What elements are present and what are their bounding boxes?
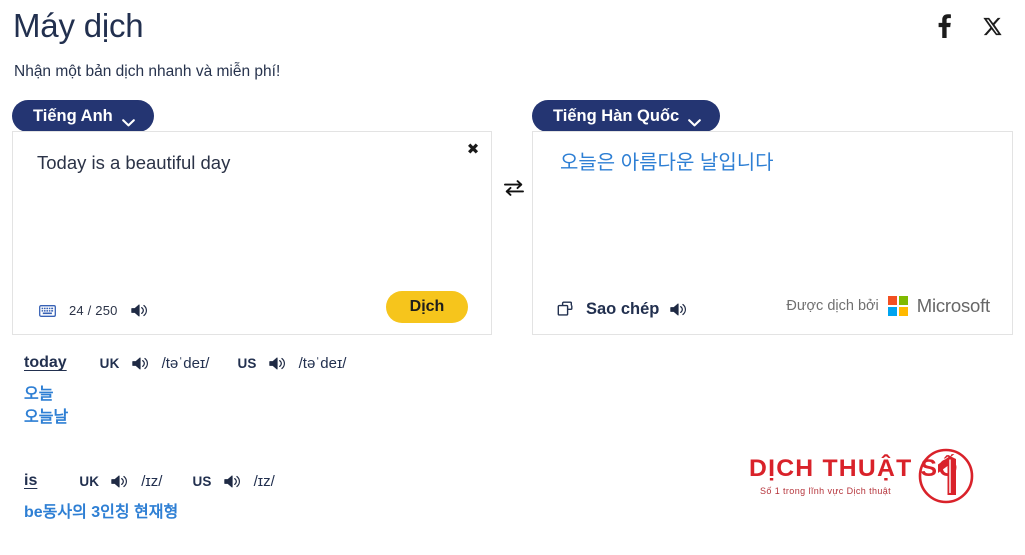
dictionary-entry: today UK /təˈdeɪ/ US /təˈdeɪ/ 오늘 오늘날 bbox=[0, 352, 1025, 429]
brand-tagline: Số 1 trong lĩnh vực Dịch thuật bbox=[760, 486, 892, 496]
uk-label: UK bbox=[99, 355, 120, 371]
speaker-icon[interactable] bbox=[130, 303, 148, 318]
translate-button[interactable]: Dịch bbox=[386, 291, 468, 323]
clear-text-button[interactable]: ✖ bbox=[464, 140, 482, 158]
translated-text: 오늘은 아름다운 날입니다 bbox=[560, 152, 774, 174]
uk-label: UK bbox=[79, 473, 100, 489]
copy-icon bbox=[557, 301, 575, 319]
us-phonetic: /təˈdeɪ/ bbox=[298, 354, 347, 372]
dictionary-meaning[interactable]: 오늘날 bbox=[24, 406, 1025, 429]
character-counter: 24 / 250 bbox=[69, 303, 118, 318]
microsoft-wordmark: Microsoft bbox=[916, 295, 990, 316]
dictionary-entry-header: today UK /təˈdeɪ/ US /təˈdeɪ/ bbox=[0, 352, 1025, 374]
source-tools: 24 / 250 bbox=[39, 303, 148, 318]
copy-button[interactable]: Sao chép bbox=[557, 300, 687, 319]
chevron-down-icon bbox=[688, 113, 702, 127]
source-text-input[interactable]: Today is a beautiful day bbox=[37, 151, 449, 176]
source-language-label: Tiếng Anh bbox=[33, 106, 113, 125]
source-language-selector[interactable]: Tiếng Anh bbox=[12, 100, 154, 132]
attribution-text: Được dịch bởi bbox=[786, 298, 879, 314]
keyboard-icon[interactable] bbox=[39, 304, 56, 317]
target-language-label: Tiếng Hàn Quốc bbox=[553, 106, 680, 125]
dictionary-meaning[interactable]: 오늘 bbox=[24, 383, 1025, 406]
speaker-icon[interactable] bbox=[111, 474, 128, 489]
page-subtitle: Nhận một bản dịch nhanh và miễn phí! bbox=[14, 63, 281, 80]
facebook-icon[interactable] bbox=[933, 14, 955, 38]
us-phonetic: /ɪz/ bbox=[253, 472, 275, 490]
target-panel-footer: Sao chép Được dịch bởi Microsoft bbox=[533, 282, 1012, 334]
copy-label: Sao chép bbox=[586, 300, 660, 318]
social-links bbox=[933, 14, 1003, 38]
target-language-selector[interactable]: Tiếng Hàn Quốc bbox=[532, 100, 721, 132]
us-label: US bbox=[192, 473, 212, 489]
page-title: Máy dịch bbox=[13, 7, 144, 44]
target-text-panel: 오늘은 아름다운 날입니다 Sao chép Được dịch bởi Mic… bbox=[532, 131, 1013, 335]
x-twitter-icon[interactable] bbox=[981, 14, 1003, 38]
speaker-icon[interactable] bbox=[670, 302, 687, 317]
dictionary-word[interactable]: today bbox=[24, 354, 67, 372]
chevron-down-icon bbox=[121, 113, 135, 127]
source-panel-footer: 24 / 250 Dịch bbox=[13, 282, 491, 334]
brand-number-mark-icon bbox=[917, 447, 975, 505]
uk-phonetic: /ɪz/ bbox=[141, 472, 163, 490]
source-text-panel: ✖ Today is a beautiful day 24 / 250 Dịch bbox=[12, 131, 492, 335]
dictionary-meanings: 오늘 오늘날 bbox=[0, 383, 1025, 429]
microsoft-logo-icon bbox=[887, 296, 908, 316]
dictionary-word[interactable]: is bbox=[24, 472, 37, 490]
uk-phonetic: /təˈdeɪ/ bbox=[161, 354, 210, 372]
translation-attribution: Được dịch bởi Microsoft bbox=[786, 295, 990, 317]
speaker-icon[interactable] bbox=[131, 356, 149, 371]
brand-logo[interactable]: DỊCH THUẬT SỐ Số 1 trong lĩnh vực Dịch t… bbox=[749, 447, 975, 513]
speaker-icon[interactable] bbox=[268, 356, 286, 371]
swap-languages-icon[interactable] bbox=[503, 178, 525, 198]
us-label: US bbox=[237, 355, 257, 371]
speaker-icon[interactable] bbox=[223, 474, 241, 489]
page-header: Máy dịch Nhận một bản dịch nhanh và miễn… bbox=[0, 0, 1025, 92]
